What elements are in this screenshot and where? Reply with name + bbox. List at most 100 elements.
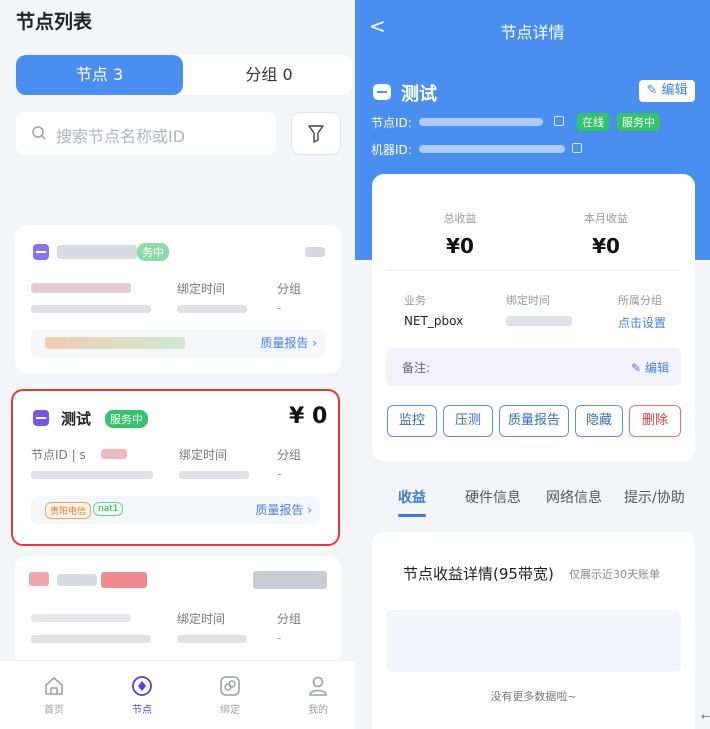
status-badge: 服务中 <box>105 410 148 428</box>
bind-time-label: 绑定时间 <box>177 612 226 626</box>
filter-button[interactable] <box>291 112 341 155</box>
nav-nodes[interactable]: 节点 <box>112 675 172 716</box>
copy-icon[interactable] <box>572 143 582 153</box>
delete-button[interactable]: 删除 <box>629 405 681 437</box>
group-label: 分组 <box>277 282 302 296</box>
blurred-id-value <box>31 305 151 313</box>
blurred-tags <box>45 337 185 349</box>
home-icon <box>45 677 63 695</box>
node-card[interactable]: 绑定时间 分组 - <box>15 556 341 666</box>
nav-label: 节点 <box>132 705 152 716</box>
node-id-label: 节点ID | s <box>31 448 86 462</box>
blurred-time-value <box>179 471 249 479</box>
node-detail-screen: < 节点详情 测试 ✎ 编辑 节点ID: 在线 服务中 机器ID: 总收益 ¥0… <box>355 0 710 729</box>
tag-nat: nat1 <box>93 502 124 516</box>
nav-home[interactable]: 首页 <box>24 675 84 716</box>
income-panel: 节点收益详情(95带宽) 仅展示近30天账单 没有更多数据啦~ <box>372 532 695 729</box>
search-placeholder: 搜索节点名称或ID <box>56 127 186 146</box>
filter-icon <box>308 125 324 143</box>
nav-bind[interactable]: 绑定 <box>200 675 260 716</box>
total-income-value: ¥0 <box>446 234 474 258</box>
node-name: 测试 <box>61 410 92 428</box>
tab-hardware[interactable]: 硬件信息 <box>465 487 521 507</box>
tab-groups[interactable]: 分组 0 <box>186 55 352 95</box>
node-name: 测试 <box>401 84 437 105</box>
status-badge: 服务中 <box>617 113 660 131</box>
bind-time-label: 绑定时间 <box>177 282 226 296</box>
hide-button[interactable]: 隐藏 <box>575 405 623 437</box>
online-badge: 在线 <box>577 113 609 131</box>
business-value: NET_pbox <box>404 314 464 328</box>
tag-row: 贵阳电信 nat1 质量报告 › <box>31 496 320 524</box>
note-edit-button[interactable]: ✎ 编辑 <box>631 359 669 376</box>
tab-help[interactable]: 提示/协助 <box>624 487 685 507</box>
empty-message: 没有更多数据啦~ <box>490 690 577 703</box>
blurred-name <box>57 245 137 259</box>
quality-report-button[interactable]: 质量报告 <box>499 405 569 437</box>
tag-row: 质量报告 › <box>31 329 325 357</box>
node-card-selected[interactable]: 测试 服务中 ¥ 0 节点ID | s 绑定时间 分组 - 贵阳电信 nat1 … <box>11 389 340 546</box>
quality-report-link[interactable]: 质量报告 › <box>255 501 312 518</box>
page-title: 节点列表 <box>16 11 93 33</box>
node-price: ¥ 0 <box>289 404 328 429</box>
tag-isp: 贵阳电信 <box>45 502 92 519</box>
node-icon <box>33 244 49 260</box>
business-label: 业务 <box>404 294 426 307</box>
blurred-price <box>305 247 325 257</box>
segmented-tabs: 节点 3 分组 0 <box>16 55 352 95</box>
detail-tabs: 收益 硬件信息 网络信息 提示/协助 <box>355 480 710 520</box>
user-icon <box>309 676 327 696</box>
note-label: 备注: <box>402 361 431 375</box>
tab-nodes[interactable]: 节点 3 <box>16 55 183 95</box>
node-card[interactable]: 务中 绑定时间 分组 - 质量报告 › <box>15 225 341 373</box>
node-id-label: 节点ID: <box>371 116 412 130</box>
set-group-link[interactable]: 点击设置 <box>618 314 666 331</box>
search-input[interactable]: 搜索节点名称或ID <box>16 112 276 155</box>
search-icon <box>32 126 46 140</box>
group-value: - <box>277 467 282 481</box>
quality-report-link[interactable]: 质量报告 › <box>260 334 317 351</box>
tab-income[interactable]: 收益 <box>398 487 426 507</box>
tab-network[interactable]: 网络信息 <box>546 487 602 507</box>
bottom-nav: 首页 节点 绑定 我的 <box>0 660 355 729</box>
machine-id-label: 机器ID: <box>371 143 412 157</box>
month-income-value: ¥0 <box>592 234 620 258</box>
income-title: 节点收益详情(95带宽) <box>403 565 554 583</box>
active-tab-indicator <box>398 514 426 517</box>
summary-panel: 总收益 ¥0 本月收益 ¥0 业务 NET_pbox 绑定时间 所属分组 点击设… <box>372 174 695 461</box>
blurred-name <box>57 574 97 586</box>
edit-button[interactable]: ✎ 编辑 <box>639 80 695 102</box>
stress-test-button[interactable]: 压测 <box>443 405 493 437</box>
blurred-time-value <box>177 635 247 643</box>
page-title: 节点详情 <box>500 23 565 42</box>
blurred-machine-id <box>419 145 565 153</box>
status-badge: 务中 <box>137 243 169 261</box>
monitor-button[interactable]: 监控 <box>387 405 437 437</box>
note-row: 备注: ✎ 编辑 <box>386 348 681 386</box>
nav-label: 我的 <box>308 705 328 716</box>
copy-icon[interactable] <box>554 116 564 126</box>
month-income-label: 本月收益 <box>584 212 628 225</box>
bind-icon <box>220 676 240 696</box>
corner-arrow-icon: ← <box>701 710 710 723</box>
group-label: 分组 <box>277 448 302 462</box>
group-label: 所属分组 <box>618 294 662 307</box>
blurred-status <box>101 572 147 588</box>
nav-label: 首页 <box>44 705 64 716</box>
group-label: 分组 <box>277 612 302 626</box>
income-table-placeholder <box>386 610 681 672</box>
node-icon <box>29 572 49 586</box>
nav-profile[interactable]: 我的 <box>288 675 348 716</box>
node-icon <box>132 676 152 696</box>
blurred-time-value <box>177 305 247 313</box>
bind-time-label: 绑定时间 <box>179 448 228 462</box>
total-income-label: 总收益 <box>443 212 477 225</box>
blurred-node-id <box>101 449 127 459</box>
group-value: - <box>277 631 282 645</box>
blurred-bind-time <box>506 316 572 326</box>
nav-label: 绑定 <box>220 705 240 716</box>
blurred-price <box>253 571 327 589</box>
bind-time-label: 绑定时间 <box>506 294 550 307</box>
node-icon <box>373 84 391 100</box>
divider <box>386 270 681 271</box>
